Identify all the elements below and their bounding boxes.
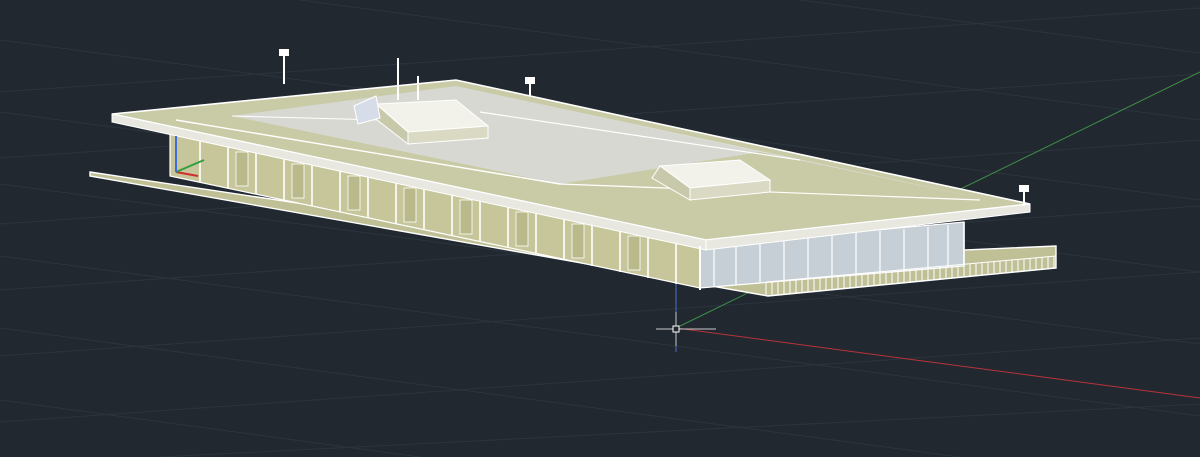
door bbox=[515, 211, 529, 247]
door bbox=[291, 163, 305, 199]
door bbox=[403, 187, 417, 223]
grid-line bbox=[0, 7, 1200, 93]
door bbox=[459, 199, 473, 235]
model-space-canvas[interactable] bbox=[0, 0, 1200, 457]
door bbox=[627, 235, 641, 271]
pickbox bbox=[672, 325, 680, 333]
grid-line bbox=[159, 403, 1200, 457]
light-fixture-icon bbox=[279, 49, 289, 56]
world-x-axis bbox=[675, 327, 1200, 399]
light-fixture-icon bbox=[525, 77, 535, 84]
building-model[interactable] bbox=[89, 49, 1057, 297]
door bbox=[347, 175, 361, 211]
grid-line bbox=[799, 0, 1200, 54]
grid-line bbox=[0, 327, 961, 457]
grid-line bbox=[0, 255, 1200, 417]
grid-line bbox=[0, 271, 1200, 357]
door bbox=[571, 223, 585, 259]
drawing-viewport[interactable] bbox=[0, 0, 1200, 457]
grid-line bbox=[0, 337, 1200, 423]
light-fixture-icon bbox=[1019, 185, 1029, 192]
grid-line bbox=[0, 399, 421, 457]
crosshair-cursor bbox=[656, 312, 716, 346]
door bbox=[235, 151, 249, 187]
